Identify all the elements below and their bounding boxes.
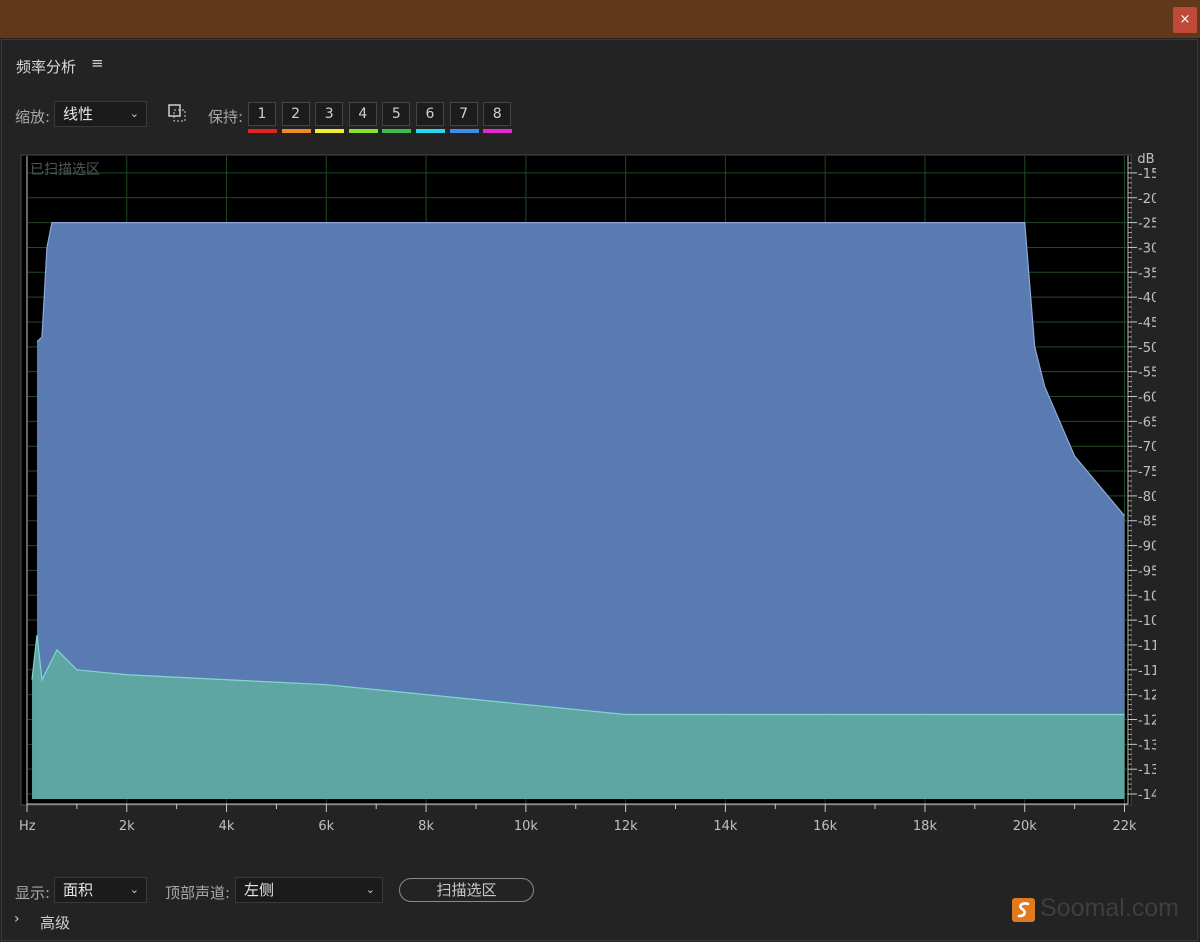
y-tick-label: -85 xyxy=(1138,515,1156,530)
window-title-bar: × xyxy=(0,0,1200,38)
chevron-down-icon: ⌄ xyxy=(130,102,139,126)
y-tick-label: -30 xyxy=(1138,241,1156,256)
y-tick-label: -90 xyxy=(1138,540,1156,555)
top-channel-label: 顶部声道: xyxy=(165,882,230,903)
x-tick-label: 14k xyxy=(713,819,738,834)
y-tick-label: -95 xyxy=(1138,564,1156,579)
hold-button-1[interactable]: 1 xyxy=(248,102,276,126)
hold-color-bar-2 xyxy=(282,129,311,133)
y-tick-label: -25 xyxy=(1138,217,1156,232)
x-tick-label: 6k xyxy=(318,819,334,834)
zoom-select[interactable]: 线性 ⌄ xyxy=(54,101,147,127)
hold-button-2[interactable]: 2 xyxy=(282,102,310,126)
x-tick-label: Hz xyxy=(19,819,36,834)
display-select-value: 面积 xyxy=(63,881,93,899)
selection-view-icon[interactable] xyxy=(168,104,186,122)
soomal-logo-icon xyxy=(1012,898,1035,922)
x-tick-label: 16k xyxy=(813,819,838,834)
hold-button-8[interactable]: 8 xyxy=(483,102,511,126)
scanned-selection-overlay: 已扫描选区 xyxy=(30,162,100,178)
x-tick-label: 18k xyxy=(913,819,938,834)
chevron-down-icon: ⌄ xyxy=(130,878,139,902)
y-tick-label: -40 xyxy=(1138,291,1156,306)
advanced-toggle[interactable]: 高级 xyxy=(40,912,70,933)
hold-button-7[interactable]: 7 xyxy=(450,102,478,126)
y-tick-label: -140 xyxy=(1138,788,1156,803)
y-tick-label: -130 xyxy=(1138,738,1156,753)
hold-color-bar-5 xyxy=(382,129,411,133)
y-tick-label: -70 xyxy=(1138,440,1156,455)
top-channel-select-value: 左侧 xyxy=(244,881,274,899)
y-tick-label: -65 xyxy=(1138,415,1156,430)
watermark-text: Soomal.com xyxy=(1040,894,1179,923)
x-tick-label: 12k xyxy=(614,819,639,834)
y-tick-label: -115 xyxy=(1138,664,1156,679)
hold-color-bar-4 xyxy=(349,129,378,133)
y-tick-label: -100 xyxy=(1138,589,1156,604)
spectrum-plot: 已扫描选区 Hz 2k 4k 6k 8k 10k 12k 14k 16k 18k 20k 22k -1… xyxy=(16,150,1156,840)
hold-color-bar-3 xyxy=(315,129,344,133)
chevron-down-icon: ⌄ xyxy=(366,878,375,902)
y-tick-label: -125 xyxy=(1138,713,1156,728)
chevron-right-icon[interactable]: › xyxy=(14,911,20,927)
hold-color-bar-7 xyxy=(450,129,479,133)
panel-title: 频率分析 xyxy=(16,56,76,77)
y-tick-label: -35 xyxy=(1138,266,1156,281)
hold-label: 保持: xyxy=(208,106,243,127)
x-tick-label: 8k xyxy=(418,819,434,834)
x-tick-label: 4k xyxy=(219,819,235,834)
x-tick-label: 22k xyxy=(1112,819,1137,834)
frequency-chart: 已扫描选区 Hz 2k 4k 6k 8k 10k 12k 14k 16k 18k 20k 22k -1… xyxy=(16,150,1156,840)
zoom-label: 缩放: xyxy=(15,106,50,127)
y-tick-label: -105 xyxy=(1138,614,1156,629)
top-channel-select[interactable]: 左侧 ⌄ xyxy=(235,877,383,903)
y-tick-label: -55 xyxy=(1138,366,1156,381)
x-tick-label: 20k xyxy=(1013,819,1038,834)
zoom-select-value: 线性 xyxy=(63,105,93,123)
hold-button-3[interactable]: 3 xyxy=(315,102,343,126)
scan-selection-button[interactable]: 扫描选区 xyxy=(399,878,534,902)
x-tick-label: 2k xyxy=(119,819,135,834)
y-tick-label: -80 xyxy=(1138,490,1156,505)
y-tick-label: -15 xyxy=(1138,167,1156,182)
hold-button-5[interactable]: 5 xyxy=(382,102,410,126)
y-tick-label: -135 xyxy=(1138,763,1156,778)
hold-color-bar-1 xyxy=(248,129,277,133)
y-tick-label: -50 xyxy=(1138,341,1156,356)
hold-color-bar-8 xyxy=(483,129,512,133)
y-unit-label: dB xyxy=(1137,152,1154,167)
hold-button-6[interactable]: 6 xyxy=(416,102,444,126)
y-tick-label: -45 xyxy=(1138,316,1156,331)
panel-menu-icon[interactable]: ≡ xyxy=(91,54,104,72)
display-select[interactable]: 面积 ⌄ xyxy=(54,877,147,903)
y-tick-label: -110 xyxy=(1138,639,1156,654)
y-tick-label: -120 xyxy=(1138,689,1156,704)
y-tick-label: -75 xyxy=(1138,465,1156,480)
x-tick-label: 10k xyxy=(514,819,539,834)
hold-button-4[interactable]: 4 xyxy=(349,102,377,126)
hold-color-bar-6 xyxy=(416,129,445,133)
close-button[interactable]: × xyxy=(1173,7,1197,33)
y-tick-label: -20 xyxy=(1138,192,1156,207)
display-label: 显示: xyxy=(15,882,50,903)
y-tick-label: -60 xyxy=(1138,391,1156,406)
